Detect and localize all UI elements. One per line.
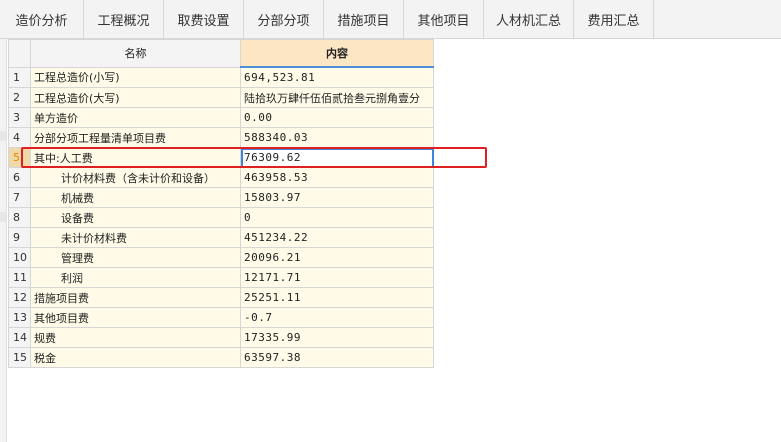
table-row-selected[interactable]: 5 其中:人工费 76309.62	[8, 147, 434, 168]
row-number: 12	[8, 287, 31, 308]
table-header-row: 名称 内容	[8, 39, 434, 68]
row-number: 4	[8, 127, 31, 148]
row-number: 9	[8, 227, 31, 248]
table-row[interactable]: 2 工程总造价(大写) 陆拾玖万肆仟伍佰贰拾叁元捌角壹分	[8, 87, 434, 108]
row-value[interactable]: 63597.38	[240, 347, 434, 368]
row-name[interactable]: 税金	[30, 347, 241, 368]
row-number-header	[8, 39, 31, 68]
row-value[interactable]: 0.00	[240, 107, 434, 128]
table-row[interactable]: 7 机械费 15803.97	[8, 187, 434, 208]
left-panel-marker	[0, 212, 6, 222]
cost-analysis-table: 名称 内容 1 工程总造价(小写) 694,523.81 2 工程总造价(大写)…	[8, 39, 434, 368]
row-name[interactable]: 措施项目费	[30, 287, 241, 308]
row-number: 2	[8, 87, 31, 108]
row-value[interactable]: 694,523.81	[240, 66, 434, 88]
row-value[interactable]: 12171.71	[240, 267, 434, 288]
row-name[interactable]: 其中:人工费	[30, 147, 241, 168]
table-row[interactable]: 14 规费 17335.99	[8, 327, 434, 348]
row-number: 1	[8, 66, 31, 88]
row-number: 6	[8, 167, 31, 188]
row-name[interactable]: 管理费	[30, 247, 241, 268]
tab-fee-settings[interactable]: 取费设置	[164, 0, 244, 38]
tab-sub-items[interactable]: 分部分项	[244, 0, 324, 38]
row-name[interactable]: 规费	[30, 327, 241, 348]
row-value[interactable]: 17335.99	[240, 327, 434, 348]
row-number: 14	[8, 327, 31, 348]
row-value[interactable]: 76309.62	[240, 147, 434, 168]
table-row[interactable]: 15 税金 63597.38	[8, 347, 434, 368]
row-name[interactable]: 工程总造价(大写)	[30, 87, 241, 108]
table-row[interactable]: 4 分部分项工程量清单项目费 588340.03	[8, 127, 434, 148]
tab-labor-material-machine[interactable]: 人材机汇总	[484, 0, 574, 38]
row-name[interactable]: 机械费	[30, 187, 241, 208]
row-number: 15	[8, 347, 31, 368]
table-row[interactable]: 10 管理费 20096.21	[8, 247, 434, 268]
left-panel-edge[interactable]	[0, 39, 7, 442]
row-name[interactable]: 分部分项工程量清单项目费	[30, 127, 241, 148]
table-row[interactable]: 6 计价材料费（含未计价和设备） 463958.53	[8, 167, 434, 188]
tab-other-items[interactable]: 其他项目	[404, 0, 484, 38]
row-value[interactable]: 陆拾玖万肆仟伍佰贰拾叁元捌角壹分	[240, 87, 434, 108]
row-name[interactable]: 未计价材料费	[30, 227, 241, 248]
row-number: 11	[8, 267, 31, 288]
table-row[interactable]: 3 单方造价 0.00	[8, 107, 434, 128]
tab-fee-summary[interactable]: 费用汇总	[574, 0, 654, 38]
table-row[interactable]: 13 其他项目费 -0.7	[8, 307, 434, 328]
column-header-name[interactable]: 名称	[30, 39, 241, 68]
row-value[interactable]: 463958.53	[240, 167, 434, 188]
row-value[interactable]: 15803.97	[240, 187, 434, 208]
row-value[interactable]: 25251.11	[240, 287, 434, 308]
row-value[interactable]: 20096.21	[240, 247, 434, 268]
table-row[interactable]: 11 利润 12171.71	[8, 267, 434, 288]
row-name[interactable]: 工程总造价(小写)	[30, 66, 241, 88]
row-name[interactable]: 计价材料费（含未计价和设备）	[30, 167, 241, 188]
row-value[interactable]: 0	[240, 207, 434, 228]
table-row[interactable]: 8 设备费 0	[8, 207, 434, 228]
row-number: 10	[8, 247, 31, 268]
row-number: 7	[8, 187, 31, 208]
row-name[interactable]: 利润	[30, 267, 241, 288]
row-name[interactable]: 其他项目费	[30, 307, 241, 328]
row-value[interactable]: 451234.22	[240, 227, 434, 248]
row-name[interactable]: 单方造价	[30, 107, 241, 128]
row-name[interactable]: 设备费	[30, 207, 241, 228]
column-header-content[interactable]: 内容	[240, 39, 434, 68]
row-number: 3	[8, 107, 31, 128]
row-number: 5	[8, 147, 31, 168]
row-value[interactable]: -0.7	[240, 307, 434, 328]
row-number: 8	[8, 207, 31, 228]
table-row[interactable]: 12 措施项目费 25251.11	[8, 287, 434, 308]
tab-cost-analysis[interactable]: 造价分析	[0, 0, 84, 38]
tab-measure-items[interactable]: 措施项目	[324, 0, 404, 38]
table-row[interactable]: 9 未计价材料费 451234.22	[8, 227, 434, 248]
left-panel-marker	[0, 131, 6, 141]
tab-bar: 造价分析 工程概况 取费设置 分部分项 措施项目 其他项目 人材机汇总 费用汇总	[0, 0, 781, 39]
table-row[interactable]: 1 工程总造价(小写) 694,523.81	[8, 66, 434, 88]
row-value[interactable]: 588340.03	[240, 127, 434, 148]
tab-project-overview[interactable]: 工程概况	[84, 0, 164, 38]
row-number: 13	[8, 307, 31, 328]
